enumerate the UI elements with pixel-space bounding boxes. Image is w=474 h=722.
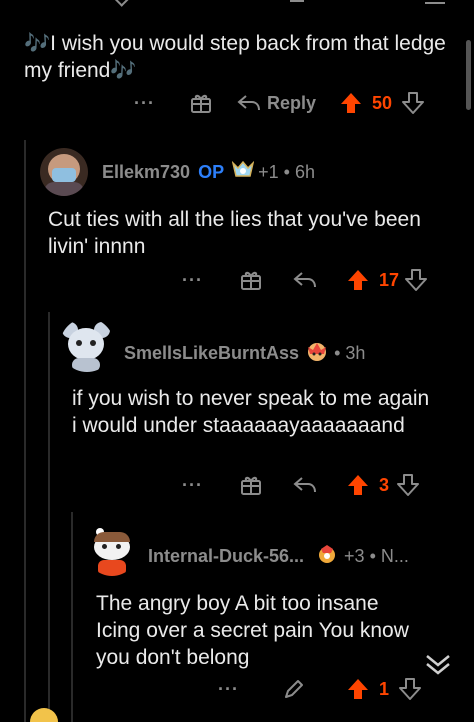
vote-count: 1 <box>378 678 389 699</box>
comment-3-body: The angry boy A bit too insane Icing ove… <box>96 592 409 669</box>
vote-count: 50 <box>372 92 393 113</box>
avatar[interactable] <box>60 318 114 372</box>
avatar[interactable] <box>86 524 138 576</box>
comment-3-actions: ··· 1 <box>218 674 421 704</box>
award-count: +3 <box>344 546 365 566</box>
upvote-icon[interactable] <box>347 268 369 292</box>
award-badge-icon <box>316 543 338 570</box>
reply-label: Reply <box>266 92 317 113</box>
award-icon[interactable] <box>239 268 263 292</box>
username[interactable]: Internal-Duck-56... <box>148 546 304 567</box>
more-options-button[interactable]: ··· <box>182 475 203 496</box>
downvote-icon[interactable] <box>397 473 419 497</box>
downvote-icon[interactable] <box>405 268 428 292</box>
scrollbar[interactable] <box>466 40 471 110</box>
avatar[interactable] <box>40 148 88 196</box>
award-icon[interactable] <box>239 473 263 497</box>
comment-2-actions: ··· 3 <box>182 470 419 500</box>
comment-2-meta: SmellsLikeBurntAss • 3h <box>124 340 365 367</box>
comment-age: 6h <box>294 162 315 182</box>
upvote-icon[interactable] <box>347 677 369 701</box>
award-count: +1 <box>258 162 279 182</box>
thread-line-2 <box>48 312 50 722</box>
more-options-button[interactable]: ··· <box>134 93 155 114</box>
thread-line-1 <box>24 140 26 722</box>
avatar-partial <box>30 708 58 722</box>
collapse-chevron-icon[interactable] <box>424 650 452 683</box>
comment-age: 3h <box>345 343 366 363</box>
comment-3-meta: Internal-Duck-56... +3 • N... <box>148 543 409 570</box>
comment-1-actions: ··· 17 <box>182 265 428 295</box>
op-badge: OP <box>198 162 225 182</box>
award-badge-icon <box>305 340 329 367</box>
downvote-icon[interactable] <box>399 677 421 701</box>
comment-1-body: Cut ties with all the lies that you've b… <box>48 208 421 258</box>
reply-icon <box>237 93 261 113</box>
reply-icon[interactable] <box>293 475 317 495</box>
award-icon[interactable] <box>189 91 213 115</box>
vote-count: 3 <box>378 474 389 495</box>
comment-top-actions: ··· Reply 50 <box>134 88 425 118</box>
comment-top-body: 🎶I wish you would step back from that le… <box>24 32 446 82</box>
top-partial-row <box>0 0 474 8</box>
thread-line-3 <box>71 512 73 722</box>
reply-icon[interactable] <box>293 270 317 290</box>
comment-2-body: if you wish to never speak to me again i… <box>72 387 430 437</box>
vote-count: 17 <box>378 269 400 290</box>
comment-age: N... <box>380 546 409 566</box>
upvote-icon[interactable] <box>347 473 369 497</box>
upvote-icon[interactable] <box>340 91 362 115</box>
username[interactable]: SmellsLikeBurntAss <box>124 343 299 364</box>
reply-button[interactable]: Reply <box>237 93 316 114</box>
downvote-icon[interactable] <box>402 91 425 115</box>
comment-1-meta: Ellekm730 OP +1 • 6h <box>102 160 315 185</box>
award-badge-icon <box>231 160 255 185</box>
more-options-button[interactable]: ··· <box>182 270 203 291</box>
more-options-button[interactable]: ··· <box>218 679 239 700</box>
username[interactable]: Ellekm730 <box>102 162 190 183</box>
edit-pencil-icon[interactable] <box>283 678 305 700</box>
